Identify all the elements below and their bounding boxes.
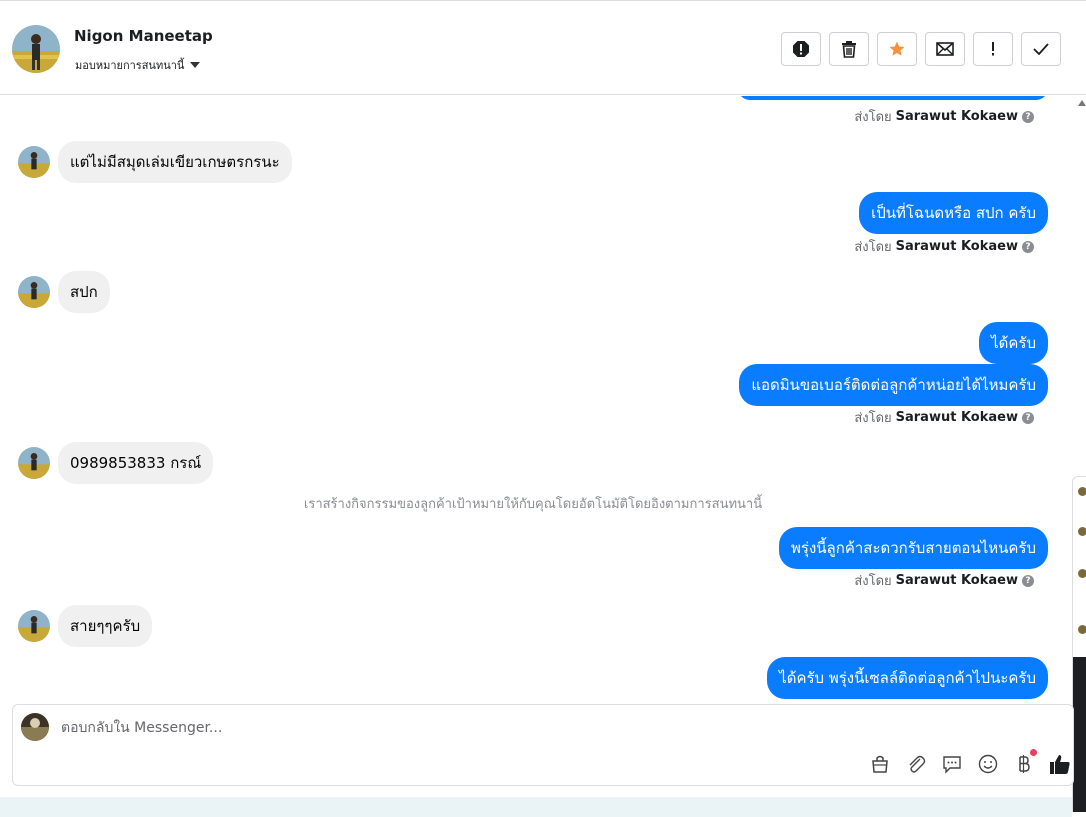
- avatar[interactable]: [1078, 569, 1086, 578]
- page-avatar: [21, 713, 49, 741]
- outgoing-message[interactable]: เป็นที่โฉนดหรือ สปก ครับ: [859, 192, 1048, 234]
- sent-by-label: ส่งโดย Sarawut Kokaew ?: [854, 570, 1034, 591]
- scroll-up-arrow-icon[interactable]: [1078, 100, 1086, 106]
- outgoing-message-partial: [738, 96, 1048, 100]
- star-icon: [889, 41, 905, 56]
- incoming-message[interactable]: 0989853833 กรณ์: [58, 442, 214, 484]
- conversation-actions: [781, 32, 1061, 66]
- outgoing-message[interactable]: ได้ครับ พรุ่งนี้เซลล์ติดต่อลูกค้าไปนะครั…: [767, 657, 1048, 699]
- contact-avatar-small: [18, 447, 50, 479]
- contact-avatar[interactable]: [12, 25, 60, 73]
- caret-down-icon: [190, 62, 201, 68]
- exclamation-icon: [992, 42, 994, 56]
- shopping-bag-button[interactable]: [869, 753, 891, 775]
- reply-input[interactable]: [61, 717, 961, 739]
- avatar[interactable]: [1078, 625, 1086, 634]
- shopping-bag-icon: [872, 755, 888, 773]
- incoming-message[interactable]: สปก: [58, 271, 110, 313]
- incoming-message-row: 0989853833 กรณ์: [18, 442, 214, 484]
- sent-by-label: ส่งโดย Sarawut Kokaew ?: [854, 236, 1034, 257]
- panel-dark-area: [1073, 657, 1086, 812]
- emoji-icon: [978, 754, 998, 774]
- mail-icon: [936, 42, 954, 56]
- help-icon[interactable]: ?: [1022, 574, 1034, 587]
- contact-avatar-small: [18, 610, 50, 642]
- baht-icon: [1019, 755, 1030, 773]
- mark-unread-button[interactable]: [925, 32, 965, 66]
- outgoing-message[interactable]: ได้ครับ: [979, 322, 1048, 364]
- help-icon[interactable]: ?: [1022, 110, 1034, 123]
- assign-conversation-dropdown[interactable]: มอบหมายการสนทนานี้: [75, 56, 201, 74]
- assign-label: มอบหมายการสนทนานี้: [75, 59, 185, 72]
- spam-button[interactable]: [781, 32, 821, 66]
- side-panel-edge[interactable]: [1072, 476, 1086, 812]
- attach-button[interactable]: [905, 753, 927, 775]
- avatar[interactable]: [1078, 487, 1086, 496]
- incoming-message-row: แต่ไม่มีสมุดเล่มเขียวเกษตรกรนะ: [18, 141, 292, 183]
- incoming-message-row: สปก: [18, 271, 110, 313]
- avatar[interactable]: [1078, 527, 1086, 536]
- emoji-button[interactable]: [977, 753, 999, 775]
- sent-by-label: ส่งโดย Sarawut Kokaew ?: [854, 106, 1034, 127]
- payment-button[interactable]: [1013, 749, 1037, 775]
- messenger-inbox: Nigon Maneetap มอบหมายการสนทนานี้ ส่งโดย…: [0, 0, 1086, 817]
- thumbs-up-icon: [1050, 755, 1070, 774]
- outgoing-message[interactable]: แอดมินขอเบอร์ติดต่อลูกค้าหน่อยได้ไหมครับ: [739, 364, 1048, 406]
- help-icon[interactable]: ?: [1022, 240, 1034, 253]
- follow-up-button[interactable]: [973, 32, 1013, 66]
- system-note: เราสร้างกิจกรรมของลูกค้าเป้าหมายให้กับคุ…: [303, 497, 763, 512]
- saved-reply-button[interactable]: [941, 753, 963, 775]
- reply-composer: [12, 704, 1074, 786]
- delete-button[interactable]: [829, 32, 869, 66]
- incoming-message[interactable]: แต่ไม่มีสมุดเล่มเขียวเกษตรกรนะ: [58, 141, 292, 183]
- conversation-header: Nigon Maneetap มอบหมายการสนทนานี้: [0, 0, 1086, 95]
- contact-avatar-small: [18, 146, 50, 178]
- paperclip-icon: [909, 755, 926, 773]
- outgoing-message[interactable]: พรุ่งนี้ลูกค้าสะดวกรับสายตอนไหนครับ: [779, 527, 1048, 569]
- mark-done-button[interactable]: [1021, 32, 1061, 66]
- help-icon[interactable]: ?: [1022, 411, 1034, 424]
- saved-reply-icon: [943, 756, 961, 774]
- message-thread[interactable]: ส่งโดย Sarawut Kokaew ? แต่ไม่มีสมุดเล่ม…: [0, 96, 1072, 702]
- star-button[interactable]: [877, 32, 917, 66]
- spam-icon: [793, 41, 809, 57]
- incoming-message[interactable]: สายๆๆครับ: [58, 605, 153, 647]
- incoming-message-row: สายๆๆครับ: [18, 605, 153, 647]
- like-button[interactable]: [1049, 753, 1071, 775]
- sent-by-label: ส่งโดย Sarawut Kokaew ?: [854, 407, 1034, 428]
- contact-name[interactable]: Nigon Maneetap: [74, 27, 213, 45]
- notification-dot: [1030, 749, 1037, 756]
- composer-tools: [869, 749, 1071, 775]
- page-footer-band: [0, 797, 1072, 817]
- trash-icon: [842, 41, 856, 58]
- contact-avatar-small: [18, 276, 50, 308]
- check-icon: [1033, 43, 1049, 55]
